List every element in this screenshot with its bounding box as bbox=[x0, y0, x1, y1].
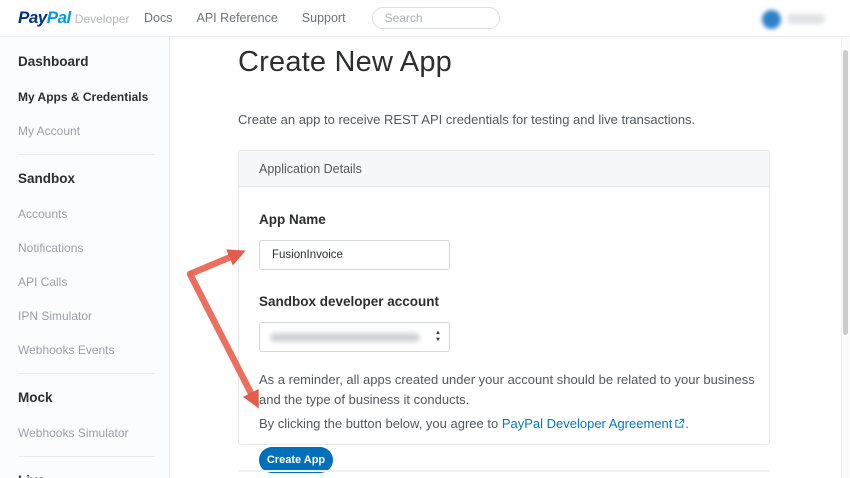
sidebar: Dashboard My Apps & Credentials My Accou… bbox=[0, 37, 170, 478]
sandbox-account-label: Sandbox developer account bbox=[259, 294, 749, 309]
sidebar-item-notifications[interactable]: Notifications bbox=[18, 237, 169, 260]
sidebar-divider bbox=[18, 456, 155, 457]
sidebar-divider bbox=[18, 154, 155, 155]
account-name-redacted bbox=[787, 14, 825, 24]
sidebar-item-accounts[interactable]: Accounts bbox=[18, 203, 169, 226]
app-name-input[interactable] bbox=[259, 240, 450, 270]
sidebar-section-live: Live bbox=[18, 473, 169, 478]
developer-agreement-link[interactable]: PayPal Developer Agreement bbox=[502, 416, 673, 431]
panel-header: Application Details bbox=[239, 151, 769, 187]
panel-body: App Name Sandbox developer account ▲ ▼ A… bbox=[239, 187, 769, 473]
page-intro: Create an app to receive REST API creden… bbox=[238, 112, 695, 127]
application-details-panel: Application Details App Name Sandbox dev… bbox=[238, 150, 770, 445]
nav-api-reference[interactable]: API Reference bbox=[196, 11, 277, 25]
agreement-prefix: By clicking the button below, you agree … bbox=[259, 416, 502, 431]
selected-account-redacted bbox=[270, 333, 420, 342]
external-link-icon bbox=[674, 417, 685, 432]
main-nav: Docs API Reference Support bbox=[144, 11, 346, 25]
sidebar-item-api-calls[interactable]: API Calls bbox=[18, 271, 169, 294]
sidebar-item-my-apps-credentials[interactable]: My Apps & Credentials bbox=[18, 86, 169, 109]
content-divider bbox=[238, 470, 770, 472]
top-navbar: Pay Pal Developer Docs API Reference Sup… bbox=[0, 0, 850, 37]
reminder-text: As a reminder, all apps created under yo… bbox=[259, 370, 764, 410]
logo-pay: Pay bbox=[18, 8, 47, 28]
app-name-label: App Name bbox=[259, 212, 749, 227]
scrollbar-thumb[interactable] bbox=[843, 50, 848, 335]
sidebar-divider bbox=[18, 373, 155, 374]
sidebar-item-ipn-simulator[interactable]: IPN Simulator bbox=[18, 305, 169, 328]
sidebar-item-webhooks-simulator[interactable]: Webhooks Simulator bbox=[18, 422, 169, 445]
sidebar-item-webhooks-events[interactable]: Webhooks Events bbox=[18, 339, 169, 362]
sidebar-section-dashboard: Dashboard bbox=[18, 54, 169, 69]
search-input[interactable] bbox=[372, 7, 500, 29]
nav-support[interactable]: Support bbox=[302, 11, 346, 25]
select-spinner-icon: ▲ ▼ bbox=[435, 330, 441, 344]
sandbox-account-select[interactable]: ▲ ▼ bbox=[259, 322, 450, 352]
agreement-text: By clicking the button below, you agree … bbox=[259, 416, 749, 432]
paypal-developer-logo[interactable]: Pay Pal Developer bbox=[18, 8, 130, 28]
sidebar-item-my-account[interactable]: My Account bbox=[18, 120, 169, 143]
account-menu[interactable] bbox=[762, 6, 838, 32]
logo-pal: Pal bbox=[47, 8, 71, 28]
sidebar-section-sandbox: Sandbox bbox=[18, 171, 169, 186]
agreement-suffix: . bbox=[685, 416, 689, 431]
logo-developer-label: Developer bbox=[75, 12, 130, 26]
sidebar-section-mock: Mock bbox=[18, 390, 169, 405]
nav-docs[interactable]: Docs bbox=[144, 11, 172, 25]
avatar[interactable] bbox=[762, 10, 781, 29]
page-title: Create New App bbox=[238, 46, 452, 79]
paypal-developer-page: Pay Pal Developer Docs API Reference Sup… bbox=[0, 0, 850, 478]
